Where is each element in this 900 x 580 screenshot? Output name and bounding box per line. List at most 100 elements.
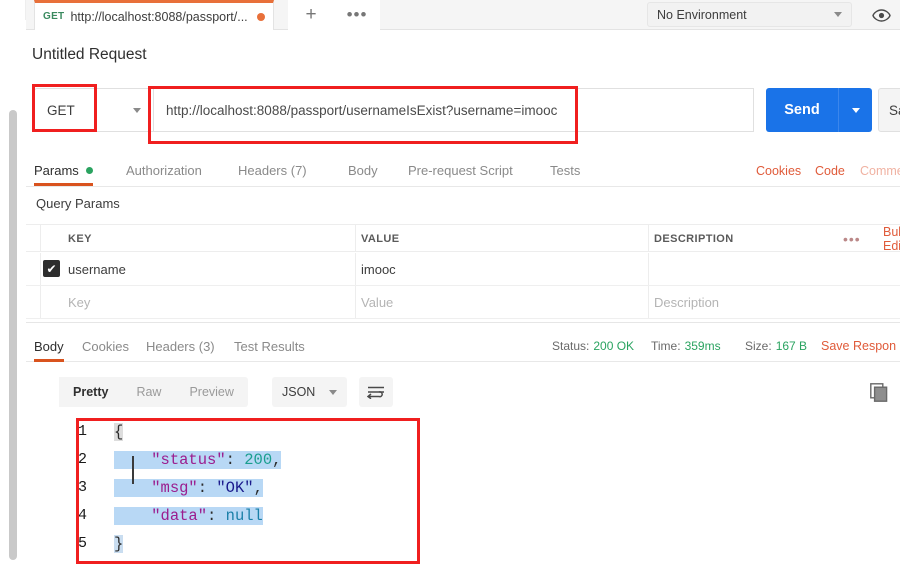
tab-tests[interactable]: Tests [550,155,580,186]
query-params-title: Query Params [36,196,120,211]
view-mode-group: Pretty Raw Preview [59,377,248,407]
line-number: 1 [78,423,88,440]
response-time: Time: 359ms [651,331,721,361]
response-tab-test-results[interactable]: Test Results [234,331,305,362]
response-body-editor[interactable]: 1 2 3 4 5 { "status": 200, "msg": "OK", … [26,416,900,580]
code-line-1: { [114,423,124,441]
divider [355,286,356,318]
response-tab-body[interactable]: Body [34,331,64,362]
request-section-tabs: Params Authorization Headers (7) Body Pr… [26,155,900,187]
code-line-3: "msg": "OK", [114,479,263,497]
params-active-indicator [85,167,93,174]
view-mode-preview[interactable]: Preview [175,377,247,407]
divider [648,286,649,318]
chevron-down-icon [133,107,141,113]
sidebar-corner [0,0,26,20]
text-cursor [132,456,134,484]
environment-selected-label: No Environment [657,7,747,22]
tab-pre-request-script[interactable]: Pre-request Script [408,155,513,186]
postman-window: GET http://localhost:8088/passport/... +… [0,0,900,580]
line-number-gutter: 1 2 3 4 5 [78,416,108,580]
http-method-select[interactable]: GET [34,88,154,132]
bulk-edit-link[interactable]: Bulk Edit [883,225,900,253]
tab-params-label: Params [34,163,79,178]
response-size: Size: 167 B [745,331,807,361]
code-line-5: } [114,535,124,553]
response-status: Status: 200 OK [552,331,634,361]
param-enabled-checkbox[interactable]: ✔ [43,260,60,277]
request-tab-method: GET [43,11,65,22]
tab-headers[interactable]: Headers (7) [238,155,307,186]
divider [648,225,649,252]
status-label: Status: [552,339,590,353]
request-tab-active[interactable]: GET http://localhost:8088/passport/... [34,0,274,30]
status-badge: 200 OK [593,339,635,353]
divider [355,225,356,252]
send-button[interactable]: Send [766,88,838,132]
param-value-placeholder[interactable]: Value [361,286,393,318]
time-label: Time: [651,339,681,353]
divider [355,253,356,285]
send-options-button[interactable] [838,88,872,132]
line-number: 3 [78,479,88,496]
divider [40,253,41,285]
url-input[interactable]: http://localhost:8088/passport/usernameI… [154,88,754,132]
param-value-cell[interactable]: imooc [361,253,396,285]
code-line-4: "data": null [114,507,263,525]
time-value: 359ms [684,339,721,353]
line-number: 5 [78,535,88,552]
save-button[interactable]: Save [878,88,900,132]
new-tab-button[interactable]: + [288,0,334,30]
table-row[interactable]: ✔ username imooc [26,253,900,285]
cookies-link[interactable]: Cookies [756,155,801,186]
url-bar: GET http://localhost:8088/passport/usern… [26,88,900,135]
size-label: Size: [745,339,772,353]
row-divider [26,318,900,319]
chevron-down-icon [329,389,337,395]
http-method-label: GET [47,102,75,118]
copy-to-clipboard-icon[interactable] [866,379,892,405]
column-header-key: KEY [68,232,92,245]
column-header-value: VALUE [361,232,400,245]
params-table-header: KEY VALUE DESCRIPTION ••• Bulk Edit [26,224,900,253]
environment-selector[interactable]: No Environment [647,2,852,27]
param-description-placeholder[interactable]: Description [654,286,719,318]
params-more-options-icon[interactable]: ••• [843,225,861,252]
left-sidebar-rail [0,0,26,580]
tab-options-icon[interactable]: ••• [334,0,380,30]
response-tab-headers[interactable]: Headers (3) [146,331,215,362]
environment-quick-look-eye-icon[interactable] [868,4,894,26]
column-header-description: DESCRIPTION [654,232,734,245]
chevron-down-icon [851,107,860,113]
divider [40,225,41,252]
response-divider [26,322,900,323]
table-row-empty[interactable]: Key Value Description [26,286,900,318]
code-line-2: "status": 200, [114,451,282,469]
save-response-link[interactable]: Save Respon [821,331,896,361]
view-mode-pretty[interactable]: Pretty [59,377,123,407]
line-number: 2 [78,451,88,468]
response-section-tabs: Body Cookies Headers (3) Test Results St… [26,331,900,362]
row-divider [26,285,900,286]
param-key-cell[interactable]: username [68,253,126,285]
url-input-value: http://localhost:8088/passport/usernameI… [166,102,558,118]
divider [648,253,649,285]
size-value: 167 B [775,339,808,353]
response-format-select[interactable]: JSON [272,377,347,407]
param-key-placeholder[interactable]: Key [68,286,90,318]
vertical-scrollbar[interactable] [9,110,17,560]
unsaved-changes-dot [257,12,265,21]
page-title: Untitled Request [32,46,147,63]
comments-link[interactable]: Comments [860,155,900,186]
tab-authorization[interactable]: Authorization [126,155,202,186]
tab-body[interactable]: Body [348,155,378,186]
divider [40,286,41,318]
tab-params[interactable]: Params [34,155,93,186]
view-mode-raw[interactable]: Raw [122,377,175,407]
wrap-lines-toggle[interactable] [359,377,393,407]
request-tab-url: http://localhost:8088/passport/... [70,9,248,24]
request-tab-bar: GET http://localhost:8088/passport/... +… [26,0,900,30]
response-tab-cookies[interactable]: Cookies [82,331,129,362]
code-link[interactable]: Code [815,155,845,186]
line-number: 4 [78,507,88,524]
